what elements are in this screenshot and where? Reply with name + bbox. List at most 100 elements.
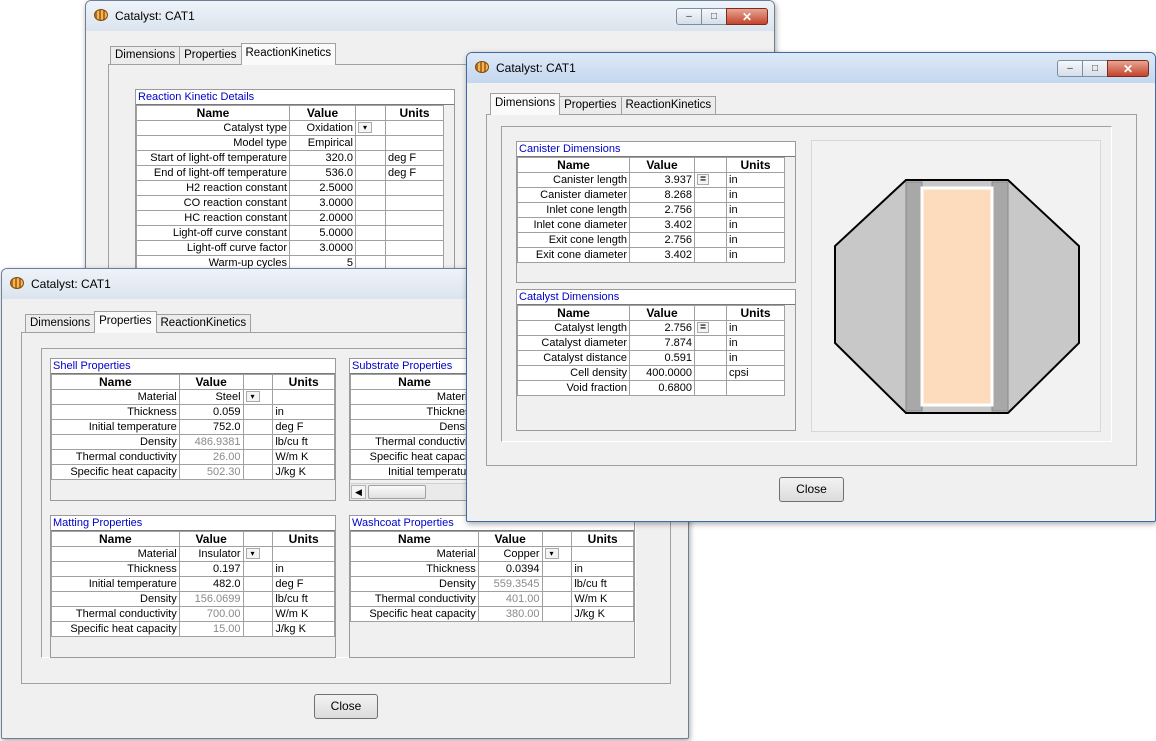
row-value[interactable]: 0.059 — [178, 404, 244, 420]
equals-button[interactable]: = — [697, 174, 709, 186]
table-row[interactable]: Void fraction 0.6800 — [517, 380, 785, 396]
table-row[interactable]: Material Steel ▾ — [51, 389, 335, 405]
tab-reaction-kinetics[interactable]: ReactionKinetics — [240, 43, 337, 65]
table-row[interactable]: Catalyst distance 0.591 in — [517, 350, 785, 366]
table-row[interactable]: Specific heat capacity 380.00 J/kg K — [350, 606, 634, 622]
scroll-left-icon[interactable]: ◀ — [351, 485, 366, 499]
table-row[interactable]: Initial temperature — [350, 464, 479, 480]
maximize-button[interactable]: □ — [1082, 60, 1108, 77]
table-row[interactable]: Specific heat capacity 15.00 J/kg K — [51, 621, 335, 637]
shell-properties-grid[interactable]: Shell Properties Name Value Units Materi… — [50, 358, 336, 501]
row-value[interactable]: 752.0 — [178, 419, 244, 435]
row-value[interactable]: 320.0 — [289, 150, 356, 166]
row-value[interactable]: 2.756 — [629, 202, 695, 218]
row-value[interactable]: 2.756 — [629, 320, 695, 336]
dropdown-arrow-icon[interactable]: ▾ — [544, 548, 559, 560]
table-row[interactable]: Inlet cone length 2.756 in — [517, 202, 785, 218]
row-value[interactable]: 3.937 — [629, 172, 695, 188]
table-row[interactable]: Catalyst diameter 7.874 in — [517, 335, 785, 351]
table-row[interactable]: Thermal conductivity 700.00 W/m K — [51, 606, 335, 622]
table-row[interactable]: Light-off curve factor 3.0000 — [136, 240, 444, 256]
table-row[interactable]: Thickness — [350, 404, 479, 420]
tab-properties[interactable]: Properties — [179, 46, 242, 65]
reaction-kinetic-grid[interactable]: Reaction Kinetic Details Name Value Unit… — [135, 89, 455, 289]
catalyst-window-dimensions[interactable]: Catalyst: CAT1 – □ ✕ Dimensions Properti… — [466, 52, 1156, 522]
table-row[interactable]: Exit cone diameter 3.402 in — [517, 247, 785, 263]
table-row[interactable]: Specific heat capacity — [350, 449, 479, 465]
tab-reaction-kinetics[interactable]: ReactionKinetics — [620, 96, 717, 115]
row-value[interactable]: 5.0000 — [289, 225, 356, 241]
table-row[interactable]: Thermal conductivity — [350, 434, 479, 450]
table-row[interactable]: Canister diameter 8.268 in — [517, 187, 785, 203]
row-value[interactable]: 2.756 — [629, 232, 695, 248]
row-action[interactable]: = — [694, 320, 727, 336]
table-row[interactable]: Density — [350, 419, 479, 435]
tab-dimensions[interactable]: Dimensions — [110, 46, 181, 65]
table-row[interactable]: Specific heat capacity 502.30 J/kg K — [51, 464, 335, 480]
row-value[interactable]: 400.0000 — [629, 365, 695, 381]
table-row[interactable]: CO reaction constant 3.0000 — [136, 195, 444, 211]
table-row[interactable]: Start of light-off temperature 320.0 deg… — [136, 150, 444, 166]
maximize-button[interactable]: □ — [701, 8, 727, 25]
table-row[interactable]: Thickness 0.0394 in — [350, 561, 634, 577]
table-row[interactable]: HC reaction constant 2.0000 — [136, 210, 444, 226]
table-row[interactable]: Density 559.3545 lb/cu ft — [350, 576, 634, 592]
row-value[interactable]: 7.874 — [629, 335, 695, 351]
tab-dimensions[interactable]: Dimensions — [490, 93, 561, 115]
table-row[interactable]: Material — [350, 389, 479, 405]
minimize-button[interactable]: – — [676, 8, 702, 25]
tab-reaction-kinetics[interactable]: ReactionKinetics — [155, 314, 252, 333]
row-value[interactable]: 0.591 — [629, 350, 695, 366]
table-row[interactable]: Density 156.0699 lb/cu ft — [51, 591, 335, 607]
table-row[interactable]: H2 reaction constant 2.5000 — [136, 180, 444, 196]
close-window-button[interactable]: ✕ — [1107, 60, 1149, 77]
table-row[interactable]: Initial temperature 482.0 deg F — [51, 576, 335, 592]
catalyst-dimensions-grid[interactable]: Catalyst Dimensions Name Value Units Cat… — [516, 289, 796, 431]
dropdown-arrow-icon[interactable]: ▾ — [358, 122, 372, 134]
row-value[interactable]: 0.197 — [178, 561, 244, 577]
row-value[interactable]: 2.5000 — [289, 180, 356, 196]
table-row[interactable]: Cell density 400.0000 cpsi — [517, 365, 785, 381]
table-row[interactable]: Density 486.9381 lb/cu ft — [51, 434, 335, 450]
row-value[interactable]: 3.402 — [629, 217, 695, 233]
table-row[interactable]: Light-off curve constant 5.0000 — [136, 225, 444, 241]
tab-dimensions[interactable]: Dimensions — [25, 314, 96, 333]
table-row[interactable]: Thickness 0.197 in — [51, 561, 335, 577]
row-value[interactable]: Copper — [477, 546, 543, 562]
row-action[interactable]: ▾ — [242, 389, 274, 405]
tab-properties[interactable]: Properties — [559, 96, 622, 115]
canister-dimensions-grid[interactable]: Canister Dimensions Name Value Units Can… — [516, 141, 796, 283]
row-value[interactable]: 8.268 — [629, 187, 695, 203]
washcoat-properties-grid[interactable]: Washcoat Properties Name Value Units Mat… — [349, 515, 635, 658]
row-value[interactable]: 3.0000 — [289, 195, 356, 211]
minimize-button[interactable]: – — [1057, 60, 1083, 77]
row-action[interactable]: ▾ — [355, 120, 386, 136]
table-row[interactable]: Material Copper ▾ — [350, 546, 634, 562]
row-value[interactable]: 0.0394 — [477, 561, 543, 577]
row-value[interactable]: 0.6800 — [629, 380, 695, 396]
row-value[interactable]: 3.0000 — [289, 240, 356, 256]
title-bar[interactable]: Catalyst: CAT1 – □ ✕ — [467, 53, 1155, 83]
table-row[interactable]: Catalyst length 2.756 = in — [517, 320, 785, 336]
table-row[interactable]: Material Insulator ▾ — [51, 546, 335, 562]
row-value[interactable]: 482.0 — [178, 576, 244, 592]
row-value[interactable]: 536.0 — [289, 165, 356, 181]
close-button[interactable]: Close — [779, 477, 844, 502]
table-row[interactable]: Thermal conductivity 401.00 W/m K — [350, 591, 634, 607]
row-value[interactable]: Steel — [178, 389, 244, 405]
dropdown-arrow-icon[interactable]: ▾ — [245, 548, 260, 560]
row-action[interactable]: = — [694, 172, 727, 188]
close-window-button[interactable]: ✕ — [726, 8, 768, 25]
row-value[interactable]: 2.0000 — [289, 210, 356, 226]
close-button[interactable]: Close — [314, 694, 378, 719]
row-value[interactable]: Empirical — [289, 135, 356, 151]
table-row[interactable]: Model type Empirical — [136, 135, 444, 151]
table-row[interactable]: End of light-off temperature 536.0 deg F — [136, 165, 444, 181]
table-row[interactable]: Thickness 0.059 in — [51, 404, 335, 420]
row-value[interactable]: 3.402 — [629, 247, 695, 263]
table-row[interactable]: Canister length 3.937 = in — [517, 172, 785, 188]
equals-button[interactable]: = — [697, 322, 709, 334]
scroll-thumb[interactable] — [368, 485, 426, 499]
row-value[interactable]: Insulator — [178, 546, 244, 562]
row-value[interactable]: Oxidation — [289, 120, 356, 136]
